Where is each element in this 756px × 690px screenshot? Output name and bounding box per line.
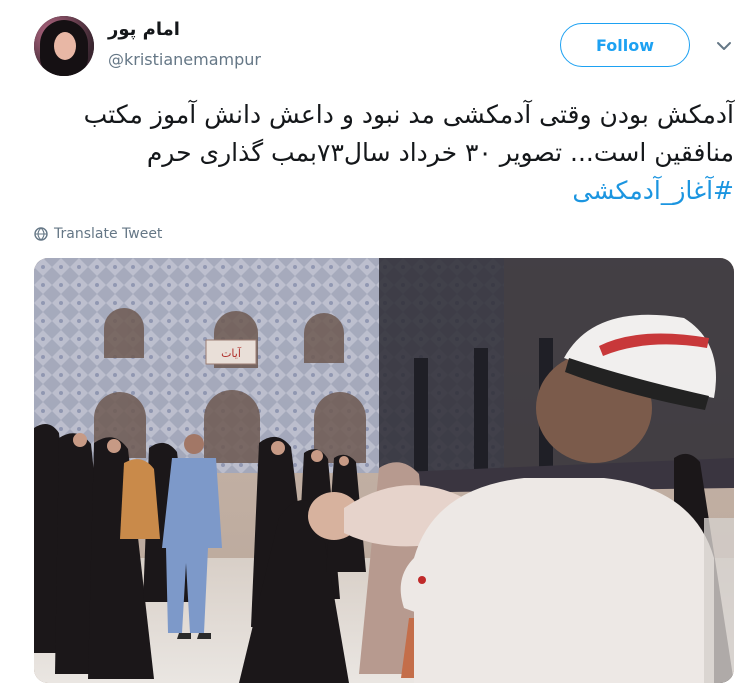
photo-banner-text: آيات: [221, 346, 242, 360]
hashtag-link[interactable]: #آغاز_آدمکشی: [572, 176, 734, 205]
translate-tweet-link[interactable]: Translate Tweet: [34, 226, 162, 242]
tweet-text: آدمکش بودن وقتی آدمکشی مد نبود و داعش دا…: [30, 96, 734, 210]
chevron-down-icon[interactable]: [713, 35, 735, 57]
translate-label: Translate Tweet: [54, 226, 163, 242]
author-display-name[interactable]: امام پور: [108, 19, 180, 40]
globe-icon: [34, 227, 48, 241]
follow-button[interactable]: Follow: [560, 23, 690, 67]
shrine-scene-image: آيات: [34, 258, 734, 683]
tweet-photo[interactable]: آيات: [34, 258, 734, 683]
author-handle[interactable]: @kristianemampur: [108, 50, 261, 69]
tweet-body: آدمکش بودن وقتی آدمکشی مد نبود و داعش دا…: [83, 100, 734, 167]
tweet-header: امام پور @kristianemampur Follow: [0, 0, 756, 90]
avatar[interactable]: [34, 16, 94, 76]
